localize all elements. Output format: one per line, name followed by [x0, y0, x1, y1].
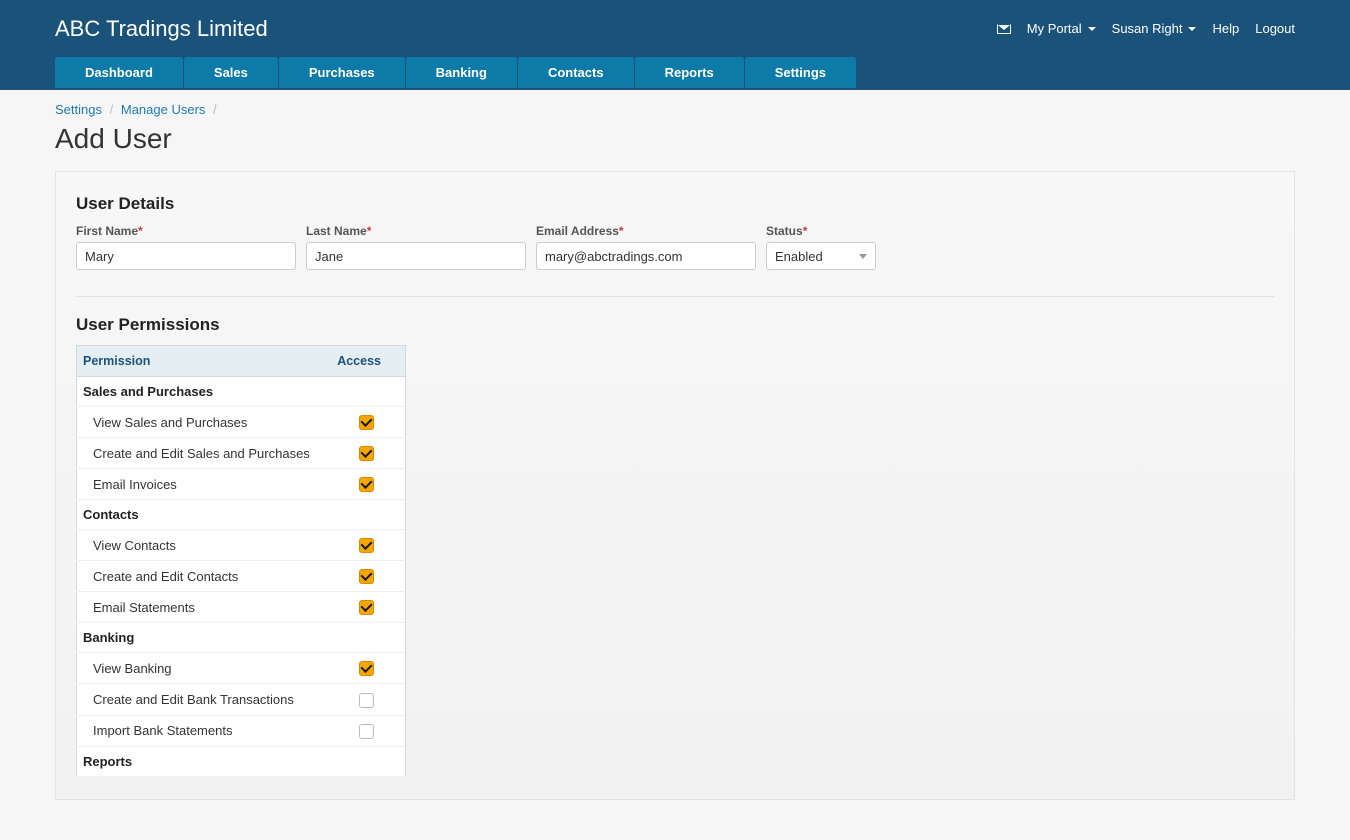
breadcrumb-sep: /: [110, 102, 114, 117]
permission-group-row: Sales and Purchases: [77, 377, 406, 407]
permissions-table: Permission Access Sales and PurchasesVie…: [76, 345, 406, 777]
logout-link[interactable]: Logout: [1255, 21, 1295, 36]
nav-tabs: Dashboard Sales Purchases Banking Contac…: [55, 57, 1295, 88]
permission-checkbox[interactable]: [359, 600, 374, 615]
breadcrumb-manage-users[interactable]: Manage Users: [121, 102, 206, 117]
permission-group-row: Contacts: [77, 500, 406, 530]
my-portal-link[interactable]: My Portal: [1027, 21, 1096, 36]
permission-label: Create and Edit Bank Transactions: [77, 684, 328, 715]
email-label: Email Address*: [536, 224, 756, 238]
permission-group-row: Reports: [77, 746, 406, 776]
permission-label: View Sales and Purchases: [77, 407, 328, 438]
permission-group-title: Contacts: [77, 500, 406, 530]
permission-label: Create and Edit Contacts: [77, 561, 328, 592]
help-link[interactable]: Help: [1212, 21, 1239, 36]
permission-group-title: Reports: [77, 746, 406, 776]
permission-checkbox[interactable]: [359, 569, 374, 584]
permission-row: View Banking: [77, 653, 406, 684]
topbar: ABC Tradings Limited My Portal Susan Rig…: [0, 0, 1350, 57]
permission-row: Import Bank Statements: [77, 715, 406, 746]
col-permission: Permission: [77, 346, 328, 377]
first-name-input[interactable]: [76, 242, 296, 270]
breadcrumb: Settings / Manage Users /: [55, 90, 1295, 123]
permission-group-title: Sales and Purchases: [77, 377, 406, 407]
section-divider: [76, 296, 1274, 297]
status-label: Status*: [766, 224, 876, 238]
company-name: ABC Tradings Limited: [55, 16, 268, 42]
my-portal-label: My Portal: [1027, 21, 1082, 36]
permission-checkbox[interactable]: [359, 724, 374, 739]
permission-row: Create and Edit Sales and Purchases: [77, 438, 406, 469]
nav-tab-reports[interactable]: Reports: [635, 57, 744, 88]
nav-tab-banking[interactable]: Banking: [406, 57, 517, 88]
breadcrumb-sep: /: [213, 102, 217, 117]
user-details-row: First Name* Last Name* Email Address* St…: [76, 224, 1274, 270]
user-details-title: User Details: [76, 194, 1274, 214]
first-name-group: First Name*: [76, 224, 296, 270]
col-access: Access: [328, 346, 406, 377]
username-dropdown[interactable]: Susan Right: [1112, 21, 1197, 36]
permission-row: Create and Edit Contacts: [77, 561, 406, 592]
caret-down-icon: [1088, 27, 1096, 31]
permission-label: View Banking: [77, 653, 328, 684]
permission-checkbox[interactable]: [359, 446, 374, 461]
permission-label: Import Bank Statements: [77, 715, 328, 746]
permission-row: Create and Edit Bank Transactions: [77, 684, 406, 715]
permission-checkbox[interactable]: [359, 415, 374, 430]
permission-row: Email Statements: [77, 592, 406, 623]
nav-tab-purchases[interactable]: Purchases: [279, 57, 405, 88]
nav-tab-sales[interactable]: Sales: [184, 57, 278, 88]
permission-row: Email Invoices: [77, 469, 406, 500]
nav-tab-settings[interactable]: Settings: [745, 57, 856, 88]
status-value: Enabled: [775, 249, 823, 264]
permission-row: View Contacts: [77, 530, 406, 561]
top-right-menu: My Portal Susan Right Help Logout: [997, 21, 1295, 36]
status-select[interactable]: Enabled: [766, 242, 876, 270]
permission-row: View Sales and Purchases: [77, 407, 406, 438]
permission-label: Email Invoices: [77, 469, 328, 500]
last-name-label: Last Name*: [306, 224, 526, 238]
navbar: Dashboard Sales Purchases Banking Contac…: [0, 57, 1350, 90]
user-permissions-title: User Permissions: [76, 315, 1274, 335]
chevron-down-icon: [859, 254, 867, 259]
first-name-label: First Name*: [76, 224, 296, 238]
permission-label: View Contacts: [77, 530, 328, 561]
permission-checkbox[interactable]: [359, 661, 374, 676]
form-panel: User Details First Name* Last Name* Emai…: [55, 171, 1295, 800]
permission-checkbox[interactable]: [359, 477, 374, 492]
mail-icon[interactable]: [997, 24, 1011, 34]
permission-group-title: Banking: [77, 623, 406, 653]
username-label: Susan Right: [1112, 21, 1183, 36]
status-group: Status* Enabled: [766, 224, 876, 270]
email-input[interactable]: [536, 242, 756, 270]
page-title: Add User: [55, 123, 1295, 155]
permission-label: Create and Edit Sales and Purchases: [77, 438, 328, 469]
permission-checkbox[interactable]: [359, 538, 374, 553]
email-group: Email Address*: [536, 224, 756, 270]
permission-label: Email Statements: [77, 592, 328, 623]
caret-down-icon: [1188, 27, 1196, 31]
last-name-input[interactable]: [306, 242, 526, 270]
permission-checkbox[interactable]: [359, 693, 374, 708]
nav-tab-contacts[interactable]: Contacts: [518, 57, 634, 88]
last-name-group: Last Name*: [306, 224, 526, 270]
breadcrumb-settings[interactable]: Settings: [55, 102, 102, 117]
permission-group-row: Banking: [77, 623, 406, 653]
nav-tab-dashboard[interactable]: Dashboard: [55, 57, 183, 88]
